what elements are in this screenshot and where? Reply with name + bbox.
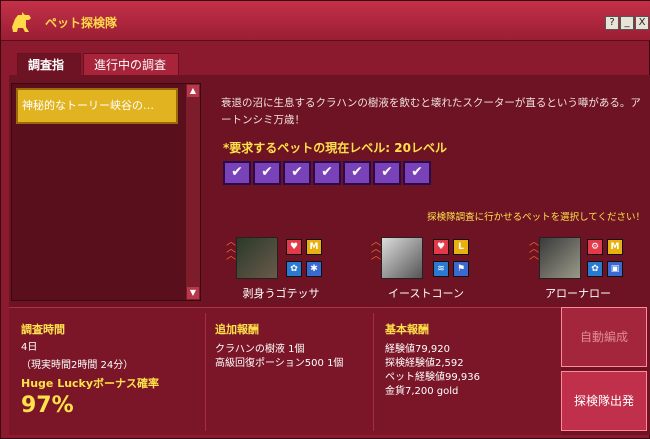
heart-icon: ♥ bbox=[286, 239, 302, 255]
pet-name: イーストコーン bbox=[388, 287, 464, 300]
pet-name: 剥身うゴテッサ bbox=[242, 287, 320, 300]
base-reward-label: 基本報酬 bbox=[385, 323, 429, 336]
bonus-label: Huge Luckyボーナス確率 bbox=[21, 377, 160, 390]
base-reward-item: ペット経験値99,936 bbox=[385, 372, 480, 383]
title-bar[interactable]: ペット探検隊 ? _ X bbox=[1, 1, 650, 41]
gear-icon: ⚙ bbox=[587, 239, 603, 255]
extra-reward-list: クラハンの樹液 1個 高級回復ポーション500 1個 bbox=[215, 343, 343, 371]
pet-portrait[interactable] bbox=[236, 237, 278, 279]
pet-portrait[interactable] bbox=[381, 237, 423, 279]
check-icon: ✔ bbox=[373, 161, 401, 185]
dog-icon bbox=[12, 12, 31, 32]
select-pet-message: 探検隊調査に行かせるペットを選択してください！ bbox=[427, 212, 645, 223]
size-badge: M bbox=[607, 239, 623, 255]
minimize-button[interactable]: _ bbox=[620, 16, 634, 30]
paw-icon: ✿ bbox=[286, 261, 302, 277]
pet-expedition-window: ペット探検隊 ? _ X 調査指示 進行中の調査 神秘的なトーリー峡谷の… ▲ … bbox=[0, 0, 650, 439]
divider bbox=[205, 313, 206, 431]
divider bbox=[373, 313, 374, 431]
rank-chevron-icon: ︿ ︿ ︿ bbox=[371, 237, 381, 262]
size-badge: L bbox=[453, 239, 469, 255]
close-button[interactable]: X bbox=[635, 16, 649, 30]
base-reward: 基本報酬 経験値79,920 探検経験値2,592 ペット経験値99,936 金… bbox=[385, 321, 480, 399]
check-icon: ✔ bbox=[223, 161, 251, 185]
time-real: （現実時間2時間 24分） bbox=[21, 360, 134, 371]
check-icon: ✔ bbox=[313, 161, 341, 185]
pet-name: アローナロー bbox=[545, 287, 611, 300]
time-label: 調査時間 bbox=[21, 323, 65, 336]
tab-investigation-order[interactable]: 調査指示 bbox=[17, 53, 81, 94]
mission-list: 神秘的なトーリー峡谷の… ▲ ▼ bbox=[11, 83, 201, 301]
extra-reward-item: クラハンの樹液 1個 bbox=[215, 344, 305, 355]
investigation-time: 調査時間 4日 （現実時間2時間 24分） bbox=[21, 321, 133, 373]
spider-icon: ✱ bbox=[306, 261, 322, 277]
mission-description: 衰退の沼に生息するクラハンの樹液を飲むと壊れたスクーターが直るという噂がある。ア… bbox=[221, 97, 641, 126]
tab-in-progress[interactable]: 進行中の調査 bbox=[83, 53, 179, 77]
scrollbar[interactable]: ▲ ▼ bbox=[186, 84, 200, 300]
extra-reward: 追加報酬 クラハンの樹液 1個 高級回復ポーション500 1個 bbox=[215, 321, 343, 371]
required-level: *要求するペットの現在レベル: 20レベル bbox=[223, 141, 447, 155]
pet-slot-2[interactable]: ︿ ︿ ︿ ♥ L ≋ ⚑ イーストコーン bbox=[371, 237, 491, 300]
pet-slot-3[interactable]: ︿ ︿ ︿ ⚙ M ✿ ▣ アローナロー bbox=[529, 237, 649, 300]
pet-portrait[interactable] bbox=[539, 237, 581, 279]
bonus-value: 97% bbox=[21, 393, 74, 418]
mission-list-item[interactable]: 神秘的なトーリー峡谷の… bbox=[16, 88, 178, 124]
window-title: ペット探検隊 bbox=[45, 16, 118, 30]
base-reward-item: 金貨7,200 gold bbox=[385, 386, 459, 397]
rank-chevron-icon: ︿ ︿ ︿ bbox=[226, 237, 236, 262]
paw-icon: ✿ bbox=[587, 261, 603, 277]
heart-icon: ♥ bbox=[433, 239, 449, 255]
base-reward-item: 探検経験値2,592 bbox=[385, 358, 464, 369]
base-reward-item: 経験値79,920 bbox=[385, 344, 450, 355]
extra-reward-label: 追加報酬 bbox=[215, 323, 259, 336]
help-button[interactable]: ? bbox=[605, 16, 619, 30]
scroll-down-button[interactable]: ▼ bbox=[187, 287, 199, 299]
wing-icon: ≋ bbox=[433, 261, 449, 277]
time-days: 4日 bbox=[21, 342, 38, 353]
size-badge: M bbox=[306, 239, 322, 255]
check-icon: ✔ bbox=[253, 161, 281, 185]
tab-bar: 調査指示 進行中の調査 bbox=[9, 45, 649, 94]
extra-reward-item: 高級回復ポーション500 1個 bbox=[215, 358, 344, 369]
check-icon: ✔ bbox=[283, 161, 311, 185]
ski-icon: ⚑ bbox=[453, 261, 469, 277]
auto-assign-button[interactable]: 自動編成 bbox=[561, 307, 647, 367]
base-reward-list: 経験値79,920 探検経験値2,592 ペット経験値99,936 金貨7,20… bbox=[385, 343, 480, 399]
level-check-row: ✔ ✔ ✔ ✔ ✔ ✔ ✔ bbox=[223, 161, 433, 185]
pet-slot-1[interactable]: ︿ ︿ ︿ ♥ M ✿ ✱ 剥身うゴテッサ bbox=[226, 237, 346, 300]
rank-chevron-icon: ︿ ︿ ︿ bbox=[529, 237, 539, 262]
check-icon: ✔ bbox=[343, 161, 371, 185]
scroll-up-button[interactable]: ▲ bbox=[187, 85, 199, 97]
dispatch-button[interactable]: 探検隊出発 bbox=[561, 371, 647, 431]
monitor-icon: ▣ bbox=[607, 261, 623, 277]
check-icon: ✔ bbox=[403, 161, 431, 185]
